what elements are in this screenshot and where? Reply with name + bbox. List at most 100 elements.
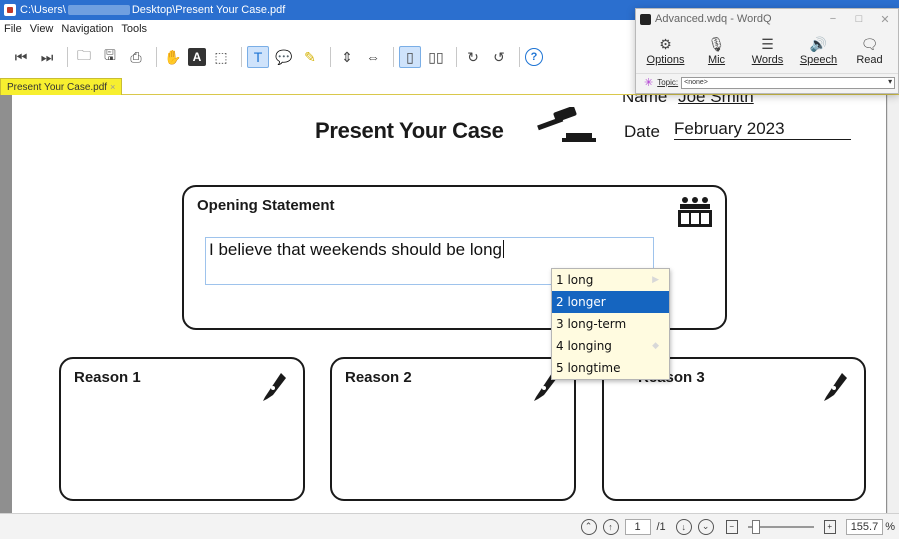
- wordq-toolbar: ⚙ Options 🎙 Mic ☰ Words 🔊 Speech 🗨 Read: [636, 29, 898, 73]
- maximize-icon[interactable]: □: [846, 13, 872, 26]
- opening-statement-title: Opening Statement: [197, 197, 335, 214]
- wordq-title: Advanced.wdq - WordQ: [655, 13, 772, 25]
- previous-page-icon[interactable]: ↑: [602, 518, 619, 535]
- scroll-up-icon[interactable]: ⌃: [580, 518, 597, 535]
- zoom-unit: %: [885, 520, 895, 533]
- toolbar-divider: [456, 47, 457, 67]
- toolbar-divider: [330, 47, 331, 67]
- fountain-pen-icon: [263, 373, 286, 401]
- two-page-icon[interactable]: ▯▯: [425, 46, 447, 68]
- words-button[interactable]: ☰ Words: [742, 29, 793, 73]
- toolbar-divider: [241, 47, 242, 67]
- play-arrow-icon: ◆: [652, 341, 659, 351]
- play-arrow-icon: ▶: [652, 275, 659, 285]
- vertical-scrollbar[interactable]: [887, 95, 899, 513]
- prediction-item[interactable]: 3 long-term: [552, 313, 669, 335]
- zoom-level-input[interactable]: 155.7: [845, 518, 884, 535]
- open-file-icon[interactable]: 🗀: [73, 46, 95, 68]
- last-page-icon[interactable]: ⏭: [36, 46, 58, 68]
- jury-icon: [678, 197, 712, 227]
- reason-1-title: Reason 1: [74, 369, 141, 386]
- topic-star-icon: ✳: [644, 77, 654, 89]
- date-label: Date: [624, 122, 660, 141]
- wordq-window: Advanced.wdq - WordQ − □ ✕ ⚙ Options 🎙 Mic…: [635, 8, 899, 94]
- opening-statement-text: I believe that weekends should be long: [209, 240, 502, 259]
- title-path-prefix: C:\Users\: [20, 4, 66, 16]
- toolbar-divider: [67, 47, 68, 67]
- pdf-page: Name Joe Smith Present Your Case Date Fe…: [12, 95, 886, 513]
- prediction-item[interactable]: 5 longtime: [552, 357, 669, 379]
- reason-2-title: Reason 2: [345, 369, 412, 386]
- prediction-item-selected[interactable]: 2 longer: [552, 291, 669, 313]
- tab-close-icon[interactable]: ×: [110, 82, 115, 92]
- save-icon[interactable]: 🖫: [99, 46, 121, 68]
- page-total: /1: [656, 520, 666, 533]
- document-viewer: Name Joe Smith Present Your Case Date Fe…: [0, 95, 899, 513]
- toolbar-divider: [393, 47, 394, 67]
- minimize-icon[interactable]: −: [820, 13, 846, 26]
- date-value: February 2023: [674, 119, 851, 140]
- page-title: Present Your Case: [315, 118, 504, 143]
- wordq-topic-row: ✳ Topic: <none>: [636, 73, 898, 91]
- zoom-in-icon[interactable]: +: [823, 519, 836, 534]
- prediction-item[interactable]: 1 long ▶: [552, 269, 669, 291]
- name-line: Name Joe Smith: [622, 95, 754, 107]
- zoom-out-icon[interactable]: −: [725, 519, 738, 534]
- next-page-icon[interactable]: ↓: [675, 518, 692, 535]
- gavel-icon: [537, 107, 596, 142]
- toolbar-divider: [156, 47, 157, 67]
- speech-bubble-icon: 🗨: [860, 36, 879, 52]
- speech-button[interactable]: 🔊 Speech: [793, 29, 844, 73]
- gear-icon: ⚙: [659, 36, 672, 52]
- fountain-pen-icon: [824, 373, 847, 401]
- print-icon[interactable]: ⎙: [125, 46, 147, 68]
- menu-view[interactable]: View: [30, 23, 54, 35]
- page-number-input[interactable]: 1: [624, 518, 651, 535]
- pdf-app-icon: [4, 4, 16, 16]
- menu-bar: File View Navigation Tools: [0, 20, 155, 38]
- comment-icon[interactable]: 💬: [273, 46, 295, 68]
- wordq-app-icon: [640, 13, 651, 25]
- list-icon: ☰: [761, 36, 774, 52]
- name-label: Name: [622, 95, 668, 106]
- tab-label: Present Your Case.pdf: [7, 82, 108, 93]
- first-page-icon[interactable]: ⏮: [10, 46, 32, 68]
- zoom-slider-thumb[interactable]: [751, 519, 760, 534]
- highlight-pen-icon[interactable]: ✎: [299, 46, 321, 68]
- scroll-down-icon[interactable]: ⌄: [697, 518, 714, 535]
- single-page-icon[interactable]: ▯: [399, 46, 421, 68]
- options-button[interactable]: ⚙ Options: [640, 29, 691, 73]
- speaker-icon: 🔊: [809, 36, 828, 52]
- read-button[interactable]: 🗨 Read: [844, 29, 895, 73]
- text-box-icon[interactable]: T: [247, 46, 269, 68]
- redacted-username: [67, 5, 130, 15]
- word-prediction-list: 1 long ▶ 2 longer 3 long-term 4 longing ◆ …: [551, 268, 670, 380]
- microphone-icon: 🎙: [707, 36, 726, 52]
- hand-tool-icon[interactable]: ✋: [162, 46, 184, 68]
- toolbar-divider: [519, 47, 520, 67]
- menu-tools[interactable]: Tools: [121, 23, 147, 35]
- close-icon[interactable]: ✕: [872, 13, 898, 26]
- text-caret: [502, 240, 504, 258]
- menu-navigation[interactable]: Navigation: [61, 23, 113, 35]
- fit-width-icon[interactable]: ⇔: [362, 46, 384, 68]
- rotate-clockwise-icon[interactable]: ↻: [462, 46, 484, 68]
- reason-1-box[interactable]: Reason 1: [59, 357, 305, 501]
- tab-document[interactable]: Present Your Case.pdf ×: [0, 78, 123, 95]
- topic-select[interactable]: <none>: [681, 76, 896, 89]
- help-icon[interactable]: ?: [525, 48, 543, 66]
- topic-label: Topic:: [657, 78, 679, 87]
- menu-file[interactable]: File: [4, 23, 22, 35]
- reason-2-box[interactable]: Reason 2: [330, 357, 576, 501]
- area-select-icon[interactable]: ⬚: [210, 46, 232, 68]
- zoom-slider[interactable]: [747, 519, 814, 534]
- title-path-suffix: Desktop\Present Your Case.pdf: [131, 4, 286, 16]
- status-bar: ⌃ ↑ 1 /1 ↓ ⌄ − + 155.7 %: [0, 513, 899, 539]
- rotate-counterclockwise-icon[interactable]: ↺: [488, 46, 510, 68]
- wordq-title-bar: Advanced.wdq - WordQ − □ ✕: [636, 9, 898, 29]
- prediction-item[interactable]: 4 longing ◆: [552, 335, 669, 357]
- fit-height-icon[interactable]: ⇕: [336, 46, 358, 68]
- text-select-icon[interactable]: A: [188, 48, 206, 66]
- name-value: Joe Smith: [678, 95, 754, 106]
- mic-button[interactable]: 🎙 Mic: [691, 29, 742, 73]
